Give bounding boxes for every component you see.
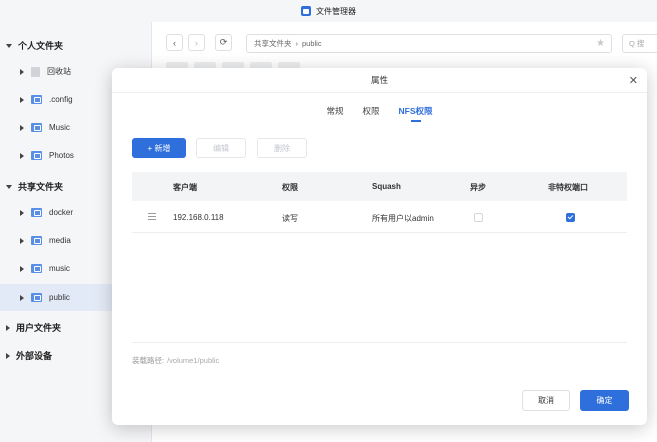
tab-permissions[interactable]: 权限 [362,105,379,122]
breadcrumb-separator-icon: › [295,39,299,48]
window-title: 文件管理器 [316,6,356,16]
photo-folder-icon [31,151,42,160]
shared-folder-icon [31,236,42,245]
chevron-right-icon [20,294,24,301]
chevron-right-icon [6,324,10,331]
tab-general[interactable]: 常规 [326,105,343,122]
refresh-icon: ⟳ [219,37,228,47]
path-bar[interactable]: 共享文件夹 › public ★ [246,34,612,53]
column-header-permission[interactable]: 权限 [282,182,298,193]
async-checkbox[interactable] [474,213,483,222]
dialog-title: 属性 [112,68,647,93]
forward-button[interactable]: › [188,34,205,51]
search-input[interactable]: Q 搜 [622,34,657,53]
tab-nfs-permissions[interactable]: NFS权限 [399,105,433,122]
chevron-right-icon [20,152,24,159]
column-header-client[interactable]: 客户端 [173,182,197,193]
sidebar-group-personal[interactable]: 个人文件夹 [6,39,63,52]
chevron-left-icon: ‹ [173,37,176,48]
chevron-right-icon [6,352,10,359]
star-icon[interactable]: ★ [596,38,605,49]
trash-icon [31,66,40,77]
shared-folder-icon [31,264,42,273]
mount-path-label: 装载路径: [132,356,165,365]
music-folder-icon [31,123,42,132]
drag-handle-icon[interactable] [148,213,156,222]
chevron-right-icon [20,209,24,216]
sidebar-group-external[interactable]: 外部设备 [6,349,52,362]
refresh-button[interactable]: ⟳ [215,34,232,51]
chevron-right-icon [20,237,24,244]
insecure-port-checkbox[interactable] [566,213,575,222]
chevron-right-icon [20,68,24,75]
window-titlebar: 文件管理器 [0,0,657,22]
chevron-right-icon: › [195,37,198,48]
cancel-button[interactable]: 取消 [522,390,570,411]
file-manager-icon [301,6,311,16]
shared-folder-icon [31,208,42,217]
column-header-insecure-port[interactable]: 非特权端口 [548,182,588,193]
column-header-squash[interactable]: Squash [372,182,401,191]
shared-folder-icon [31,293,42,302]
breadcrumb-leaf[interactable]: public [302,39,322,48]
dialog-tabs: 常规 权限 NFS权限 [112,105,647,122]
cell-squash: 所有用户以admin [372,214,434,223]
table-row[interactable]: 192.168.0.118 读写 所有用户以admin [132,202,627,233]
mount-path: 装载路径:/volume1/public [132,342,627,366]
properties-dialog: 属性 ✕ 常规 权限 NFS权限 + 新增 编辑 删除 客户端 权限 Squas… [112,68,647,425]
chevron-down-icon [6,43,12,48]
add-button[interactable]: + 新增 [132,138,186,158]
ok-button[interactable]: 确定 [580,390,629,411]
sidebar-group-user[interactable]: 用户文件夹 [6,321,61,334]
column-header-async[interactable]: 异步 [470,182,486,193]
table-header: 客户端 权限 Squash 异步 非特权端口 [132,172,627,201]
close-icon[interactable]: ✕ [629,74,638,87]
cell-permission: 读写 [282,214,298,223]
folder-icon [31,95,42,104]
sidebar-group-shared[interactable]: 共享文件夹 [6,180,63,193]
edit-button[interactable]: 编辑 [196,138,246,158]
chevron-right-icon [20,96,24,103]
back-button[interactable]: ‹ [166,34,183,51]
chevron-down-icon [6,184,12,189]
mount-path-value: /volume1/public [167,356,220,365]
breadcrumb-root[interactable]: 共享文件夹 [254,38,292,49]
delete-button[interactable]: 删除 [257,138,307,158]
chevron-right-icon [20,124,24,131]
cell-client: 192.168.0.118 [173,213,224,222]
chevron-right-icon [20,265,24,272]
